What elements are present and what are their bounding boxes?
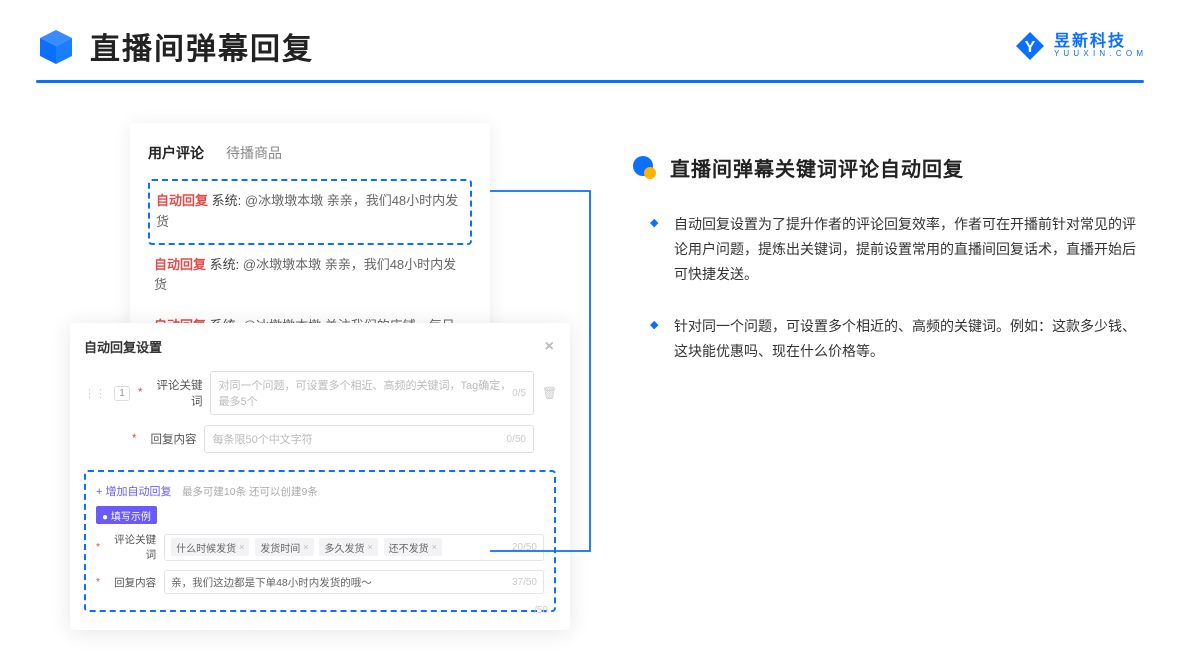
- example-keyword-input[interactable]: 什么时候发货× 发货时间× 多久发货× 还不发货× 20/50: [164, 534, 544, 561]
- bullet-item: 自动回复设置为了提升作者的评论回复效率，作者可在开播前针对常见的评论用户问题，提…: [656, 212, 1144, 288]
- keyword-input[interactable]: 对同一个问题，可设置多个相近、高频的关键词，Tag确定，最多5个 0/5: [210, 371, 534, 415]
- logo-text-main: 昱新科技: [1054, 33, 1144, 51]
- brand-logo: Y 昱新科技 Y U U X I N . C O M: [1014, 30, 1144, 62]
- section-title: 直播间弹幕关键词评论自动回复: [670, 153, 964, 182]
- comment-item-highlighted: 自动回复 系统: @冰墩墩本墩 亲亲，我们48小时内发货: [148, 179, 472, 245]
- example-reply-label: 回复内容: [108, 575, 156, 590]
- svg-text:Y: Y: [1025, 39, 1036, 56]
- logo-diamond-icon: Y: [1014, 30, 1046, 62]
- title-wrap: 直播间弹幕回复: [36, 24, 314, 68]
- chat-bubble-icon: [630, 154, 658, 182]
- tab-user-comments[interactable]: 用户评论: [148, 143, 204, 163]
- close-icon[interactable]: ×: [545, 338, 554, 356]
- add-auto-reply-link[interactable]: + 增加自动回复: [96, 486, 171, 498]
- keyword-label: 评论关键词: [150, 377, 202, 409]
- example-reply-input[interactable]: 亲，我们这边都是下单48小时内发货的哦～ 37/50: [164, 570, 544, 594]
- tab-pending-goods[interactable]: 待播商品: [226, 143, 282, 163]
- tag-chip[interactable]: 还不发货×: [384, 538, 442, 556]
- drag-handle-icon[interactable]: ⋮⋮: [84, 387, 106, 400]
- example-reply-counter: 37/50: [512, 577, 537, 588]
- bullet-list: 自动回复设置为了提升作者的评论回复效率，作者可在开播前针对常见的评论用户问题，提…: [630, 212, 1144, 364]
- tag-chip[interactable]: 多久发货×: [319, 538, 377, 556]
- row-number: 1: [114, 386, 130, 401]
- outside-counter: /50: [534, 605, 548, 616]
- bullet-item: 针对同一个问题，可设置多个相近的、高频的关键词。例如：这款多少钱、这块能优惠吗、…: [656, 314, 1144, 364]
- reply-input[interactable]: 每条限50个中文字符 0/50: [204, 425, 534, 453]
- example-badge: ● 填写示例: [96, 506, 157, 524]
- keyword-counter: 0/5: [512, 388, 526, 399]
- logo-text-sub: Y U U X I N . C O M: [1054, 50, 1144, 59]
- trash-icon[interactable]: 🗑: [542, 386, 556, 400]
- cube-icon: [36, 26, 76, 66]
- tag-chip[interactable]: 发货时间×: [255, 538, 313, 556]
- modal-title: 自动回复设置: [84, 337, 162, 356]
- reply-counter: 0/50: [507, 434, 526, 445]
- auto-reply-tag: 自动回复: [156, 193, 208, 208]
- left-column: 用户评论 待播商品 自动回复 系统: @冰墩墩本墩 亲亲，我们48小时内发货 自…: [70, 123, 580, 390]
- right-column: 直播间弹幕关键词评论自动回复 自动回复设置为了提升作者的评论回复效率，作者可在开…: [630, 123, 1144, 390]
- tag-chip[interactable]: 什么时候发货×: [171, 538, 249, 556]
- example-kw-counter: 20/50: [512, 542, 537, 553]
- comment-item: 自动回复 系统: @冰墩墩本墩 亲亲，我们48小时内发货: [148, 245, 472, 307]
- example-box: + 增加自动回复 最多可建10条 还可以创建9条 ● 填写示例 * 评论关键词 …: [84, 470, 556, 612]
- page-header: 直播间弹幕回复 Y 昱新科技 Y U U X I N . C O M: [0, 0, 1180, 68]
- auto-reply-settings-modal: 自动回复设置 × ⋮⋮ 1 * 评论关键词 对同一个问题，可设置多个相近、高频的…: [70, 323, 570, 630]
- comment-tabs: 用户评论 待播商品: [148, 143, 472, 163]
- page-title: 直播间弹幕回复: [90, 24, 314, 68]
- add-hint: 最多可建10条 还可以创建9条: [182, 486, 318, 498]
- example-keyword-label: 评论关键词: [108, 532, 156, 562]
- reply-label: 回复内容: [144, 431, 196, 447]
